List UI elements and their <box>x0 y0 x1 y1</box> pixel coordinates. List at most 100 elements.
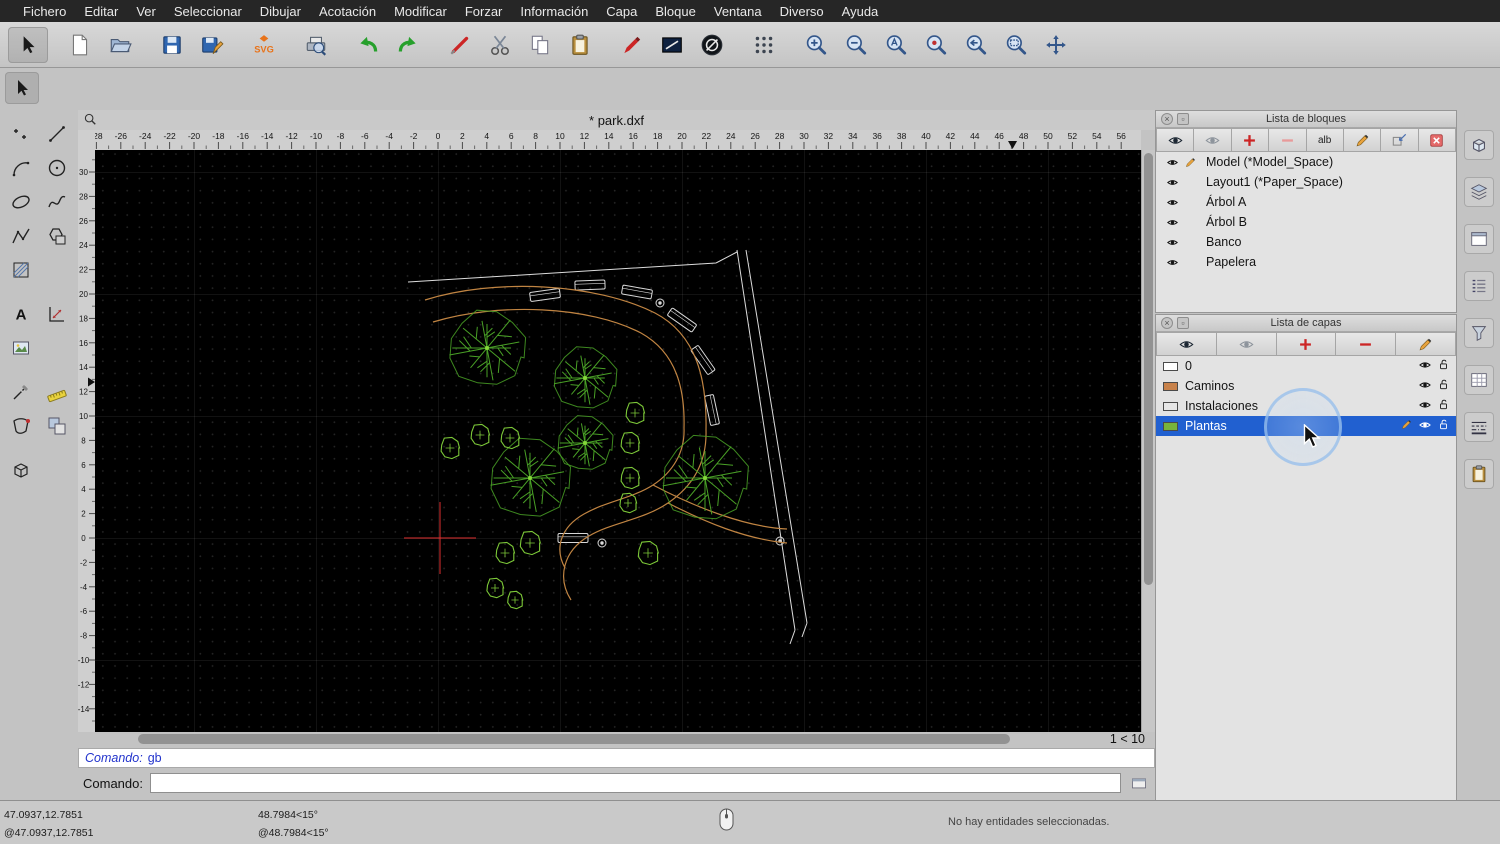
block-row[interactable]: Árbol A <box>1156 192 1456 212</box>
menu-diverso[interactable]: Diverso <box>771 4 833 19</box>
zoom-redraw-button[interactable] <box>916 27 956 63</box>
layer-lock-toggle[interactable] <box>1437 358 1450 374</box>
menu-ver[interactable]: Ver <box>127 4 165 19</box>
remove-layer-button[interactable] <box>1336 332 1397 356</box>
delete-entities-button[interactable] <box>440 27 480 63</box>
measure-tool-button[interactable] <box>40 376 74 408</box>
menu-editar[interactable]: Editar <box>75 4 127 19</box>
block-panel-close-icon[interactable]: × <box>1161 113 1173 125</box>
paste-button[interactable] <box>560 27 600 63</box>
insert-block-button[interactable] <box>1381 128 1419 152</box>
splines-tool-button[interactable] <box>40 186 74 218</box>
vertical-scrollbar-thumb[interactable] <box>1144 153 1153 585</box>
block-visibility-toggle[interactable] <box>1163 156 1181 169</box>
show-all-blocks-button[interactable] <box>1156 128 1195 152</box>
vertical-scrollbar[interactable] <box>1141 150 1155 732</box>
undo-button[interactable] <box>348 27 388 63</box>
properties-editor-dock-button[interactable] <box>1463 365 1494 395</box>
drawing-canvas[interactable] <box>95 150 1141 732</box>
block-row[interactable]: Banco <box>1156 232 1456 252</box>
redo-button[interactable] <box>388 27 428 63</box>
block-visibility-toggle[interactable] <box>1163 176 1181 189</box>
zoom-window-button[interactable] <box>996 27 1036 63</box>
delete-block-button[interactable] <box>1418 128 1456 152</box>
add-layer-button[interactable] <box>1276 332 1337 356</box>
cut-button[interactable] <box>480 27 520 63</box>
block-panel-float-icon[interactable]: ▫ <box>1177 113 1189 125</box>
layer-visibility-toggle[interactable] <box>1418 398 1432 415</box>
hide-all-blocks-button[interactable] <box>1194 128 1232 152</box>
block-row[interactable]: Árbol B <box>1156 212 1456 232</box>
menu-fichero[interactable]: Fichero <box>14 4 75 19</box>
command-input[interactable] <box>149 773 1121 793</box>
arcs-tool-button[interactable] <box>4 152 38 184</box>
image-tool-button[interactable] <box>4 332 38 364</box>
hide-all-layers-button[interactable] <box>1216 332 1277 356</box>
layer-lock-toggle[interactable] <box>1437 398 1450 414</box>
menu-dibujar[interactable]: Dibujar <box>251 4 310 19</box>
rename-block-button[interactable]: alb <box>1306 128 1344 152</box>
library-browser-dock-button[interactable] <box>1463 130 1494 160</box>
add-block-button[interactable] <box>1231 128 1270 152</box>
copy-button[interactable] <box>520 27 560 63</box>
layer-visibility-toggle[interactable] <box>1418 378 1432 395</box>
dimensions-tool-button[interactable] <box>40 298 74 330</box>
remove-block-button[interactable] <box>1269 128 1307 152</box>
zoom-in-button[interactable] <box>796 27 836 63</box>
block-visibility-toggle[interactable] <box>1163 256 1181 269</box>
edit-block-button[interactable] <box>1343 128 1382 152</box>
export-svg-button[interactable]: SVG <box>244 27 284 63</box>
layer-list-toggle-dock-button[interactable] <box>1463 271 1494 301</box>
block-list-toggle-dock-button[interactable] <box>1463 177 1494 207</box>
save-as-button[interactable] <box>192 27 232 63</box>
polylines-tool-button[interactable] <box>4 220 38 252</box>
layer-visibility-toggle[interactable] <box>1418 358 1432 375</box>
layer-lock-toggle[interactable] <box>1437 418 1450 434</box>
line-patterns-dock-button[interactable] <box>1463 412 1494 442</box>
menu-ventana[interactable]: Ventana <box>705 4 771 19</box>
menu-bloque[interactable]: Bloque <box>646 4 704 19</box>
deform-tool-button[interactable] <box>4 410 38 442</box>
zoom-out-button[interactable] <box>836 27 876 63</box>
layer-visibility-toggle[interactable] <box>1418 418 1432 435</box>
explode-tool-button[interactable] <box>4 454 38 486</box>
block-row[interactable]: Layout1 (*Paper_Space) <box>1156 172 1456 192</box>
ellipses-tool-button[interactable] <box>4 186 38 218</box>
edit-layer-button[interactable] <box>1396 332 1456 356</box>
horizontal-scrollbar-thumb[interactable] <box>138 734 1010 744</box>
command-window-button[interactable] <box>1128 774 1150 792</box>
diameter-tool-button[interactable] <box>692 27 732 63</box>
open-file-button[interactable] <box>100 27 140 63</box>
lines-tool-button[interactable] <box>40 118 74 150</box>
layer-edit-pencil[interactable] <box>1400 418 1413 434</box>
circles-tool-button[interactable] <box>40 152 74 184</box>
layer-panel-float-icon[interactable]: ▫ <box>1177 317 1189 329</box>
menu-acotacion[interactable]: Acotación <box>310 4 385 19</box>
hatch-tool-button[interactable] <box>4 254 38 286</box>
print-preview-button[interactable] <box>296 27 336 63</box>
menu-forzar[interactable]: Forzar <box>456 4 512 19</box>
entity-attributes-button[interactable] <box>652 27 692 63</box>
menu-modificar[interactable]: Modificar <box>385 4 456 19</box>
save-button[interactable] <box>152 27 192 63</box>
order-tool-button[interactable] <box>40 410 74 442</box>
select-button[interactable] <box>8 26 48 63</box>
new-document-button[interactable] <box>60 27 100 63</box>
menu-informacion[interactable]: Información <box>511 4 597 19</box>
document-window-icon[interactable] <box>83 112 99 128</box>
block-visibility-toggle[interactable] <box>1163 196 1181 209</box>
zoom-auto-button[interactable] <box>876 27 916 63</box>
clipboard-panel-dock-button[interactable] <box>1463 459 1494 489</box>
snap-grid-button[interactable] <box>744 27 784 63</box>
layer-lock-toggle[interactable] <box>1437 378 1450 394</box>
block-visibility-toggle[interactable] <box>1163 216 1181 229</box>
text-tool-button[interactable]: A <box>4 298 38 330</box>
points-tool-button[interactable] <box>4 118 38 150</box>
block-row[interactable]: Papelera <box>1156 252 1456 272</box>
zoom-pan-button[interactable] <box>1036 27 1076 63</box>
block-visibility-toggle[interactable] <box>1163 236 1181 249</box>
menu-seleccionar[interactable]: Seleccionar <box>165 4 251 19</box>
show-all-layers-button[interactable] <box>1156 332 1217 356</box>
menu-capa[interactable]: Capa <box>597 4 646 19</box>
menu-ayuda[interactable]: Ayuda <box>833 4 888 19</box>
